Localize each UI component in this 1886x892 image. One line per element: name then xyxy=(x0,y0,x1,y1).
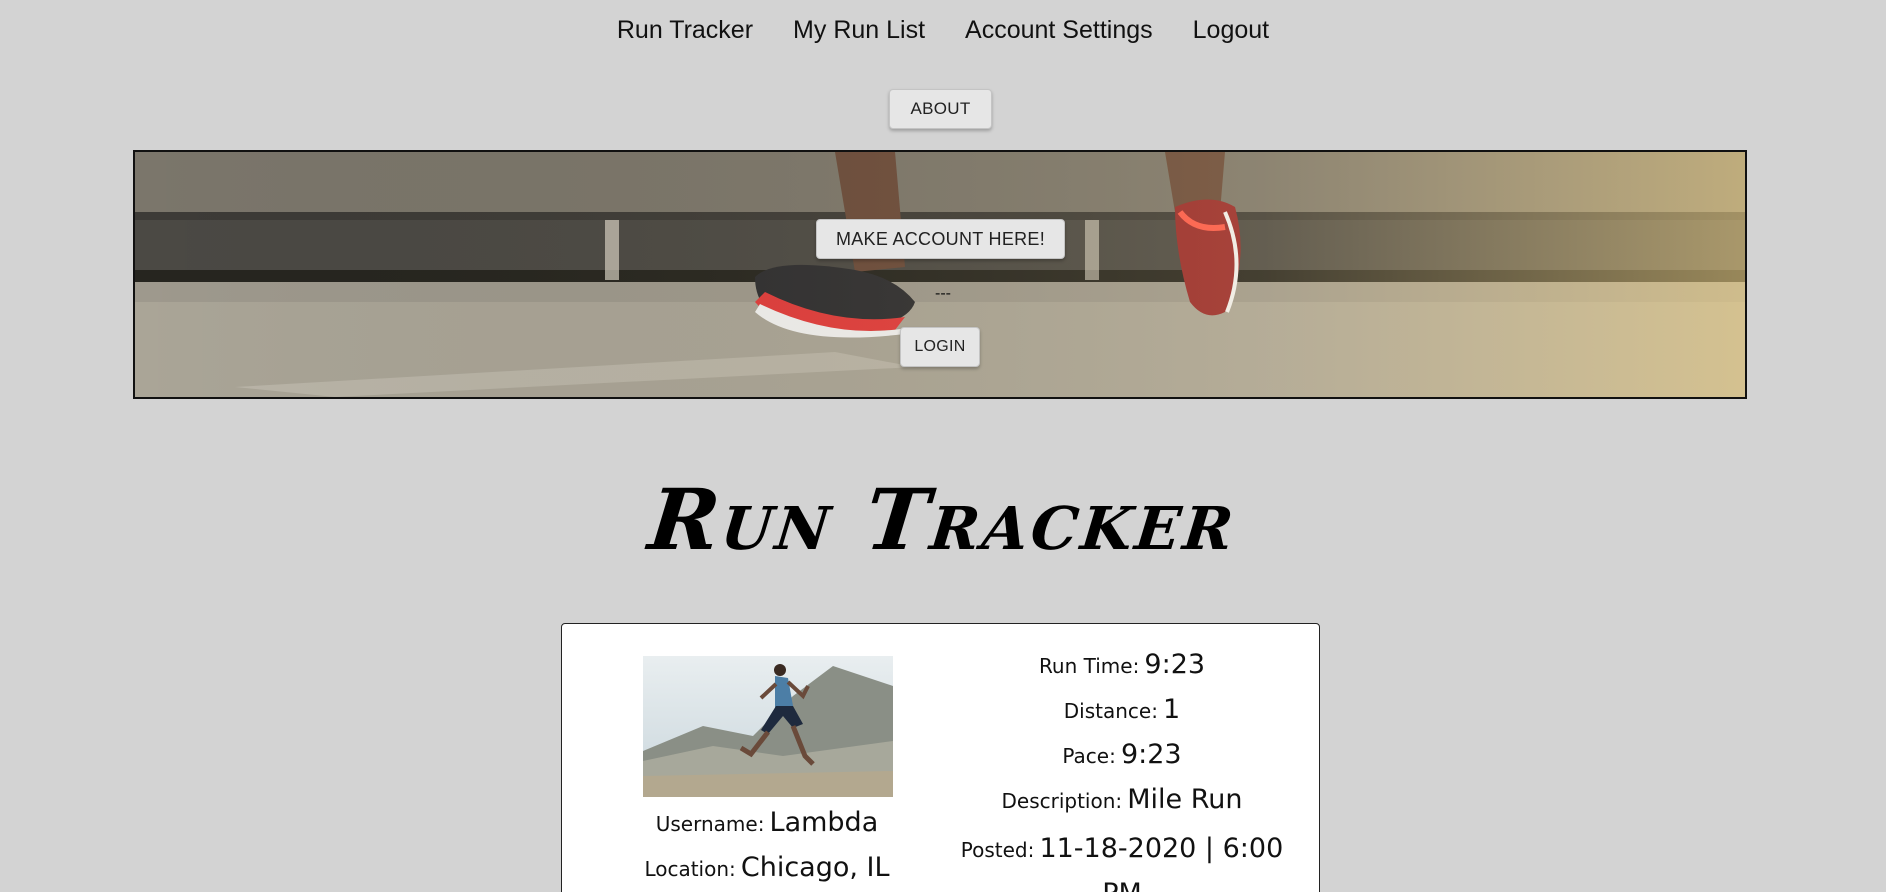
nav-account-settings[interactable]: Account Settings xyxy=(965,16,1153,45)
description-label: Description: xyxy=(1001,789,1123,813)
nav-my-run-list[interactable]: My Run List xyxy=(793,16,925,45)
posted-label: Posted: xyxy=(960,838,1035,862)
button-separator: --- xyxy=(935,285,951,302)
distance-value: 1 xyxy=(1163,694,1181,725)
run-time-row: Run Time: 9:23 xyxy=(952,648,1292,685)
pace-row: Pace: 9:23 xyxy=(952,738,1292,775)
make-account-button[interactable]: MAKE ACCOUNT HERE! xyxy=(816,219,1065,259)
location-value: Chicago, IL xyxy=(740,852,890,883)
pace-label: Pace: xyxy=(1062,744,1116,768)
page-title: Run Tracker xyxy=(644,470,1242,569)
distance-label: Distance: xyxy=(1063,699,1158,723)
about-button[interactable]: ABOUT xyxy=(889,89,992,129)
posted-value: 11-18-2020 | 6:00 PM xyxy=(1039,833,1284,892)
top-nav: Run Tracker My Run List Account Settings… xyxy=(0,16,1886,45)
run-time-value: 9:23 xyxy=(1144,649,1206,680)
login-button[interactable]: LOGIN xyxy=(900,327,980,367)
nav-logout[interactable]: Logout xyxy=(1193,16,1269,45)
description-row: Description: Mile Run xyxy=(952,783,1292,820)
run-details: Run Time: 9:23 Distance: 1 Pace: 9:23 De… xyxy=(952,648,1292,892)
username-label: Username: xyxy=(655,812,765,836)
posted-row: Posted: 11-18-2020 | 6:00 PM xyxy=(952,828,1292,892)
nav-run-tracker[interactable]: Run Tracker xyxy=(617,16,753,45)
username-value: Lambda xyxy=(769,807,879,838)
location-row: Location: Chicago, IL xyxy=(592,851,942,888)
pace-value: 9:23 xyxy=(1120,739,1182,770)
username-row: Username: Lambda xyxy=(592,806,942,843)
run-card: Username: Lambda Location: Chicago, IL R… xyxy=(561,623,1320,892)
location-label: Location: xyxy=(644,857,736,881)
user-info: Username: Lambda Location: Chicago, IL xyxy=(592,806,942,892)
runner-photo xyxy=(643,656,893,797)
distance-row: Distance: 1 xyxy=(952,693,1292,730)
description-value: Mile Run xyxy=(1127,784,1243,815)
run-time-label: Run Time: xyxy=(1038,654,1140,678)
